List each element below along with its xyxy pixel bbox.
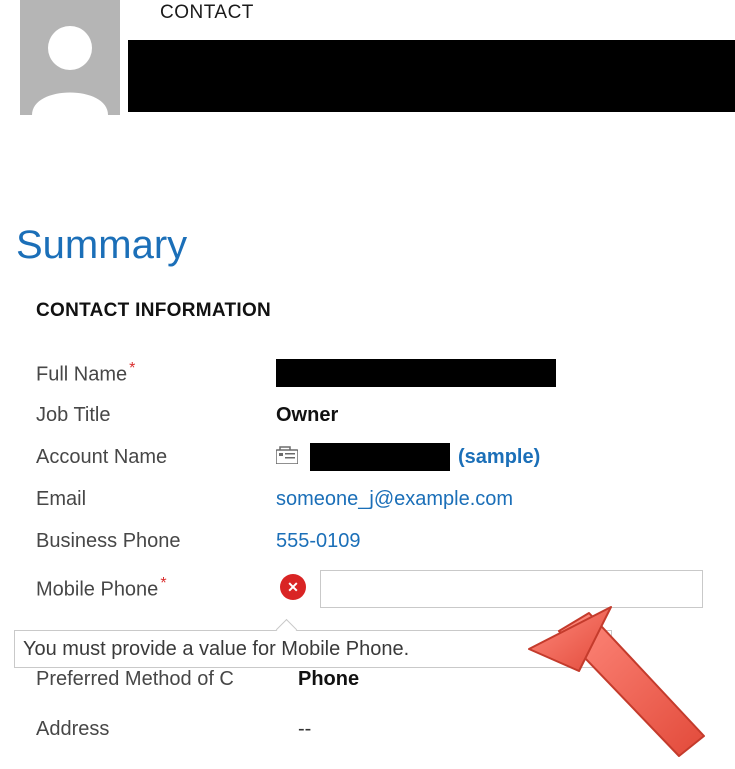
record-title-redacted <box>128 40 735 112</box>
entity-type-label: CONTACT <box>160 2 254 24</box>
contact-information-heading: CONTACT INFORMATION <box>36 300 719 322</box>
required-star-icon: * <box>129 360 135 377</box>
account-name-value[interactable]: (sample) <box>276 443 707 471</box>
field-email: Email someone_j@example.com <box>36 478 707 520</box>
redacted-value <box>310 443 450 471</box>
email-value[interactable]: someone_j@example.com <box>276 488 707 511</box>
business-phone-label: Business Phone <box>36 530 276 553</box>
business-phone-value[interactable]: 555-0109 <box>276 530 707 553</box>
full-name-label: Full Name* <box>36 360 276 387</box>
field-address: Address -- <box>36 718 716 741</box>
field-preferred-method: Preferred Method of C Phone <box>36 668 716 691</box>
field-mobile-phone: Mobile Phone* ✕ <box>36 566 707 610</box>
validation-error-tooltip: You must provide a value for Mobile Phon… <box>14 630 612 668</box>
account-sample-suffix: (sample) <box>458 446 540 469</box>
field-full-name: Full Name* <box>36 352 707 394</box>
redacted-value <box>276 359 556 387</box>
required-star-icon: * <box>160 575 166 592</box>
record-header: CONTACT <box>0 0 735 115</box>
field-business-phone: Business Phone 555-0109 <box>36 520 707 562</box>
job-title-value[interactable]: Owner <box>276 404 707 427</box>
email-label: Email <box>36 488 276 511</box>
address-value[interactable]: -- <box>298 718 311 741</box>
mobile-phone-input[interactable] <box>320 570 703 608</box>
error-icon: ✕ <box>280 574 306 600</box>
account-entity-icon <box>276 446 298 469</box>
avatar-placeholder-icon <box>20 0 120 115</box>
preferred-method-value[interactable]: Phone <box>298 668 359 691</box>
full-name-value[interactable] <box>276 359 707 387</box>
field-job-title: Job Title Owner <box>36 394 707 436</box>
field-account-name: Account Name (sample) <box>36 436 707 478</box>
preferred-method-label: Preferred Method of C <box>36 668 276 691</box>
account-name-label: Account Name <box>36 446 276 469</box>
summary-tab-heading[interactable]: Summary <box>16 223 719 268</box>
job-title-label: Job Title <box>36 404 276 427</box>
avatar <box>20 0 120 115</box>
address-label: Address <box>36 718 276 741</box>
mobile-phone-label: Mobile Phone* <box>36 575 276 602</box>
